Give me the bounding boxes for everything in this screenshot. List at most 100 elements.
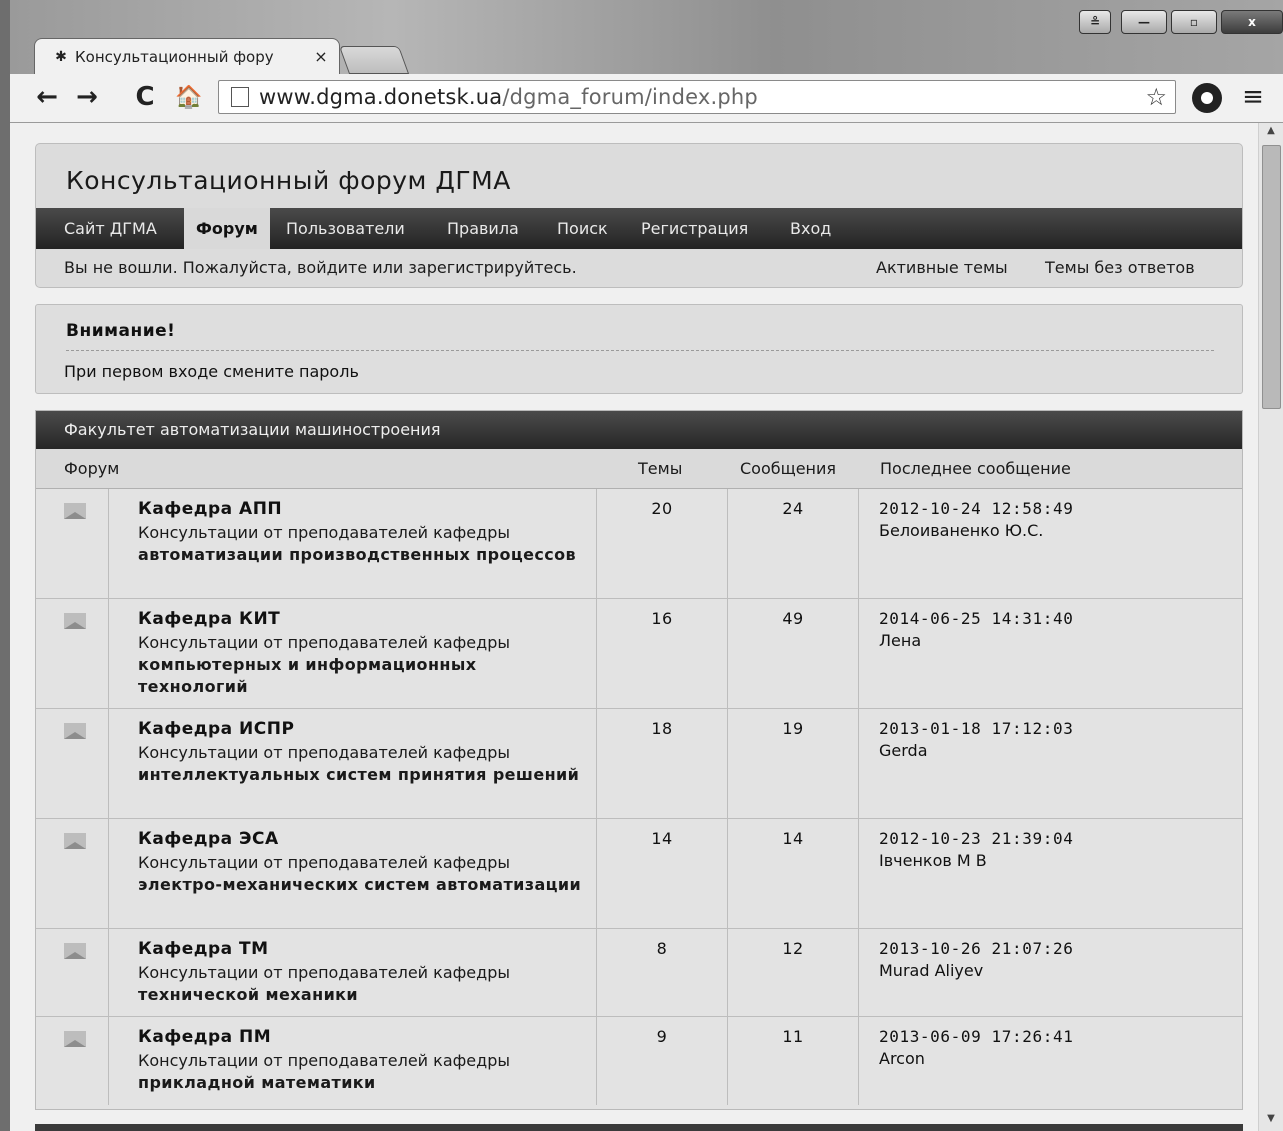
last-post-author: Arcon — [879, 1049, 925, 1068]
nav-forum[interactable]: Форум — [184, 208, 270, 249]
bookmark-star-icon[interactable]: ☆ — [1145, 83, 1167, 111]
topic-count: 9 — [656, 1027, 668, 1046]
last-post-author: Лена — [879, 631, 922, 650]
divider — [66, 350, 1214, 351]
category-title[interactable]: Факультет автоматизации машиностроения — [36, 411, 1242, 449]
last-post-author: Murad Aliyev — [879, 961, 984, 980]
address-bar[interactable]: www.dgma.donetsk.ua/dgma_forum/index.php… — [218, 80, 1176, 114]
last-post-author: Івченков М В — [879, 851, 987, 870]
close-window-button[interactable]: x — [1221, 10, 1283, 34]
nav-users[interactable]: Пользователи — [286, 208, 405, 249]
back-arrow-icon[interactable]: ← — [32, 82, 62, 112]
page-title: Консультационный форум ДГМА — [66, 166, 511, 195]
mail-icon — [64, 613, 86, 629]
topic-count: 20 — [651, 499, 673, 518]
forum-link[interactable]: Кафедра ИСПР — [138, 719, 294, 739]
forum-link[interactable]: Кафедра КИТ — [138, 609, 280, 629]
announcement-box: Внимание! При первом входе смените парол… — [35, 304, 1243, 394]
column-headers: Форум Темы Сообщения Последнее сообщение — [36, 449, 1242, 489]
nav-search[interactable]: Поиск — [557, 208, 608, 249]
post-count: 19 — [782, 719, 804, 738]
forum-description: Консультации от преподавателей кафедры пр… — [138, 1051, 510, 1092]
vertical-scrollbar[interactable]: ▲ ▼ — [1258, 123, 1283, 1131]
menu-icon[interactable]: ≡ — [1238, 80, 1268, 114]
browser-toolbar: ← → C 🏠 www.dgma.donetsk.ua/dgma_forum/i… — [10, 74, 1283, 123]
last-post-date[interactable]: 2012-10-24 12:58:49 — [879, 499, 1073, 518]
close-tab-icon[interactable]: × — [309, 47, 333, 66]
active-topics-link[interactable]: Активные темы — [876, 249, 1008, 287]
forum-link[interactable]: Кафедра АПП — [138, 499, 282, 519]
last-post-date[interactable]: 2014-06-25 14:31:40 — [879, 609, 1073, 628]
col-last-post: Последнее сообщение — [880, 459, 1071, 478]
mail-icon — [64, 1031, 86, 1047]
new-tab-button[interactable] — [338, 46, 410, 74]
next-category-header — [35, 1124, 1243, 1131]
login-status-row: Вы не вошли. Пожалуйста, войдите или зар… — [36, 249, 1242, 287]
main-nav: Сайт ДГМА Форум Пользователи Правила Пои… — [36, 208, 1242, 249]
post-count: 49 — [782, 609, 804, 628]
forum-description: Консультации от преподавателей кафедры те… — [138, 963, 510, 1004]
page-icon — [231, 87, 249, 107]
url-text: www.dgma.donetsk.ua/dgma_forum/index.php — [259, 85, 758, 109]
forum-row: Кафедра ТМ Консультации от преподавателе… — [36, 929, 1242, 1017]
forum-row: Кафедра ПМ Консультации от преподавателе… — [36, 1017, 1242, 1105]
last-post-date[interactable]: 2013-01-18 17:12:03 — [879, 719, 1073, 738]
nav-site[interactable]: Сайт ДГМА — [64, 208, 157, 249]
user-profile-icon[interactable]: ≗ — [1079, 10, 1111, 34]
post-count: 12 — [782, 939, 804, 958]
forum-header: Консультационный форум ДГМА Сайт ДГМА Фо… — [35, 143, 1243, 288]
nav-register[interactable]: Регистрация — [641, 208, 748, 249]
reload-icon[interactable]: C — [130, 82, 160, 112]
post-count: 11 — [782, 1027, 804, 1046]
last-post-author: Gerda — [879, 741, 928, 760]
col-topics: Темы — [638, 459, 683, 478]
mail-icon — [64, 943, 86, 959]
forum-row: Кафедра КИТ Консультации от преподавател… — [36, 599, 1242, 709]
announcement-title: Внимание! — [66, 321, 176, 341]
forum-link[interactable]: Кафедра ЭСА — [138, 829, 279, 849]
forum-link[interactable]: Кафедра ТМ — [138, 939, 269, 959]
last-post-date[interactable]: 2013-10-26 21:07:26 — [879, 939, 1073, 958]
forum-description: Консультации от преподавателей кафедры эл… — [138, 853, 582, 894]
browser-tab[interactable]: ✱ Консультационный фору × — [34, 38, 340, 74]
forum-row: Кафедра ЭСА Консультации от преподавател… — [36, 819, 1242, 929]
forum-row: Кафедра ИСПР Консультации от преподавате… — [36, 709, 1242, 819]
favicon-icon: ✱ — [55, 48, 67, 65]
window-controls: ≗ — ▫ x — [1079, 10, 1283, 34]
scroll-up-icon[interactable]: ▲ — [1259, 125, 1283, 141]
mail-icon — [64, 833, 86, 849]
forward-arrow-icon[interactable]: → — [72, 82, 102, 112]
topic-count: 18 — [651, 719, 673, 738]
forum-description: Консультации от преподавателей кафедры ав… — [138, 523, 577, 564]
last-post-date[interactable]: 2012-10-23 21:39:04 — [879, 829, 1073, 848]
topic-count: 14 — [651, 829, 673, 848]
post-count: 24 — [782, 499, 804, 518]
home-icon[interactable]: 🏠 — [174, 82, 204, 112]
post-count: 14 — [782, 829, 804, 848]
announcement-text: При первом входе смените пароль — [64, 362, 359, 381]
minimize-button[interactable]: — — [1121, 10, 1167, 34]
scroll-down-icon[interactable]: ▼ — [1259, 1113, 1283, 1129]
forum-description: Консультации от преподавателей кафедры ко… — [138, 633, 510, 696]
browser-window: ≗ — ▫ x ✱ Консультационный фору × ← → C … — [10, 0, 1283, 1131]
page-viewport: Консультационный форум ДГМА Сайт ДГМА Фо… — [10, 123, 1258, 1131]
login-status: Вы не вошли. Пожалуйста, войдите или зар… — [64, 258, 577, 277]
forum-description: Консультации от преподавателей кафедры ин… — [138, 743, 580, 784]
unanswered-topics-link[interactable]: Темы без ответов — [1045, 249, 1195, 287]
mail-icon — [64, 503, 86, 519]
nav-login[interactable]: Вход — [790, 208, 831, 249]
col-posts: Сообщения — [740, 459, 837, 478]
scroll-thumb[interactable] — [1262, 145, 1281, 409]
maximize-button[interactable]: ▫ — [1171, 10, 1217, 34]
col-forum: Форум — [64, 459, 120, 478]
forum-category: Факультет автоматизации машиностроения Ф… — [35, 410, 1243, 1110]
mail-icon — [64, 723, 86, 739]
last-post-date[interactable]: 2013-06-09 17:26:41 — [879, 1027, 1073, 1046]
extension-icon[interactable] — [1192, 83, 1222, 113]
forum-row: Кафедра АПП Консультации от преподавател… — [36, 489, 1242, 599]
last-post-author: Белоиваненко Ю.С. — [879, 521, 1044, 540]
nav-rules[interactable]: Правила — [447, 208, 519, 249]
tab-title: Консультационный фору — [75, 47, 274, 66]
forum-link[interactable]: Кафедра ПМ — [138, 1027, 271, 1047]
topic-count: 16 — [651, 609, 673, 628]
